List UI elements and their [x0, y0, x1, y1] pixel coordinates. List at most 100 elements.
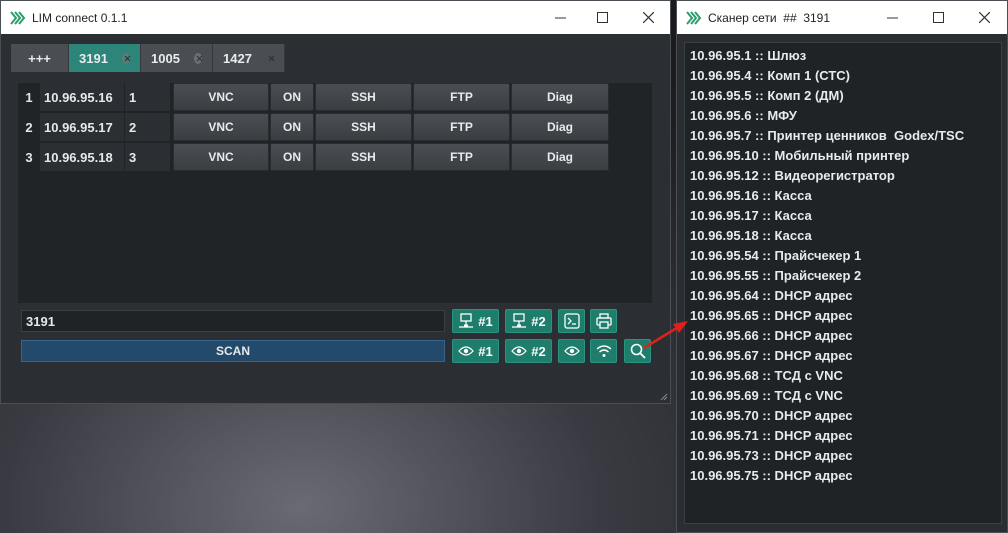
view-2-button[interactable]: #2: [505, 339, 552, 363]
row-ip: 10.96.95.18: [40, 143, 124, 171]
close-icon[interactable]: [967, 1, 1001, 34]
printer-icon: [595, 313, 612, 329]
row-ip: 10.96.95.16: [40, 83, 124, 111]
maximize-icon[interactable]: [585, 1, 619, 34]
list-item: 10.96.95.70 :: DHCP адрес: [690, 408, 853, 423]
tab-label: +++: [28, 50, 51, 66]
list-item: 10.96.95.7 :: Принтер ценников Godex/TSC: [690, 128, 965, 143]
list-item: 10.96.95.1 :: Шлюз: [690, 48, 807, 63]
ftp-button[interactable]: FTP: [413, 143, 510, 171]
row-count: 3: [125, 143, 170, 171]
vnc-button[interactable]: VNC: [173, 143, 269, 171]
terminal-button[interactable]: [558, 309, 585, 333]
list-item: 10.96.95.65 :: DHCP адрес: [690, 308, 853, 323]
network-icon: [459, 313, 474, 328]
list-item: 10.96.95.71 :: DHCP адрес: [690, 428, 853, 443]
vnc-button[interactable]: VNC: [173, 113, 269, 141]
list-item: 10.96.95.66 :: DHCP адрес: [690, 328, 853, 343]
main-window-title: LIM connect 0.1.1: [32, 10, 128, 25]
list-item: 10.96.95.12 :: Видеорегистратор: [690, 168, 895, 183]
list-item: 10.96.95.68 :: ТСД с VNC: [690, 368, 843, 383]
tab-close-icon[interactable]: [265, 52, 274, 64]
main-titlebar[interactable]: LIM connect 0.1.1: [1, 1, 670, 34]
button-label: #2: [531, 343, 546, 359]
list-item: 10.96.95.64 :: DHCP адрес: [690, 288, 853, 303]
button-label: #1: [478, 313, 493, 329]
network-icon: [512, 313, 527, 328]
button-label: #1: [478, 343, 493, 359]
list-item: 10.96.95.17 :: Касса: [690, 208, 812, 223]
list-item: 10.96.95.4 :: Комп 1 (СТС): [690, 68, 851, 83]
table-row: 3 10.96.95.18 3 VNC ON SSH FTP Diag: [18, 143, 610, 171]
store-code-input[interactable]: [21, 310, 445, 332]
row-count: 2: [125, 113, 170, 141]
close-icon[interactable]: [631, 1, 665, 34]
scanner-window-title: Сканер сети ## 3191: [708, 10, 831, 25]
table-row: 2 10.96.95.17 2 VNC ON SSH FTP Diag: [18, 113, 610, 141]
row-count: 1: [125, 83, 170, 111]
diag-button[interactable]: Diag: [511, 113, 609, 141]
row-number: 1: [25, 89, 33, 105]
table-row: 1 10.96.95.16 1 VNC ON SSH FTP Diag: [18, 83, 610, 111]
tab-label: 3191: [79, 50, 108, 66]
network-2-button[interactable]: #2: [505, 309, 552, 333]
tab-label: 1005: [151, 50, 180, 66]
tab-bar: +++ 3191 1005 1427: [11, 44, 285, 72]
vnc-button[interactable]: VNC: [173, 83, 269, 111]
tab-3191[interactable]: 3191: [69, 44, 141, 72]
list-item: 10.96.95.10 :: Мобильный принтер: [690, 148, 910, 163]
tab-1005[interactable]: 1005: [141, 44, 213, 72]
print-button[interactable]: [590, 309, 617, 333]
tab-close-icon[interactable]: [121, 52, 130, 64]
scan-button[interactable]: SCAN: [21, 340, 445, 362]
ssh-button[interactable]: SSH: [315, 83, 412, 111]
ftp-button[interactable]: FTP: [413, 83, 510, 111]
on-button[interactable]: ON: [270, 83, 314, 111]
list-item: 10.96.95.55 :: Прайсчекер 2: [690, 268, 862, 283]
view-button[interactable]: [558, 339, 585, 363]
annotation-arrow-icon: [643, 321, 688, 350]
app-logo-icon: [10, 10, 26, 25]
view-1-button[interactable]: #1: [452, 339, 499, 363]
list-item: 10.96.95.18 :: Касса: [690, 228, 812, 243]
tab-add[interactable]: +++: [11, 44, 69, 72]
network-1-button[interactable]: #1: [452, 309, 499, 333]
on-button[interactable]: ON: [270, 113, 314, 141]
row-number: 3: [25, 149, 33, 165]
eye-icon: [511, 346, 528, 356]
list-item: 10.96.95.5 :: Комп 2 (ДМ): [690, 88, 844, 103]
wifi-icon: [596, 345, 611, 357]
ftp-button[interactable]: FTP: [413, 113, 510, 141]
list-item: 10.96.95.16 :: Касса: [690, 188, 812, 203]
list-item: 10.96.95.75 :: DHCP адрес: [690, 468, 853, 483]
diag-button[interactable]: Diag: [511, 83, 609, 111]
minimize-icon[interactable]: [875, 1, 909, 34]
list-item: 10.96.95.69 :: ТСД с VNC: [690, 388, 843, 403]
minimize-icon[interactable]: [543, 1, 577, 34]
main-window: LIM connect 0.1.1 +++ 3191 1005 1427 1 1…: [0, 0, 671, 404]
list-item: 10.96.95.73 :: DHCP адрес: [690, 448, 853, 463]
button-label: #2: [531, 313, 546, 329]
list-item: 10.96.95.67 :: DHCP адрес: [690, 348, 853, 363]
scanner-window: Сканер сети ## 3191 10.96.95.1 :: Шлюз 1…: [676, 0, 1008, 533]
tab-close-icon[interactable]: [193, 52, 202, 64]
row-number: 2: [25, 119, 33, 135]
list-item: 10.96.95.6 :: МФУ: [690, 108, 797, 123]
terminal-icon: [563, 313, 580, 329]
list-item: 10.96.95.54 :: Прайсчекер 1: [690, 248, 862, 263]
scan-results-list[interactable]: 10.96.95.1 :: Шлюз 10.96.95.4 :: Комп 1 …: [684, 42, 1002, 524]
eye-icon: [458, 346, 475, 356]
app-logo-icon: [686, 10, 702, 25]
on-button[interactable]: ON: [270, 143, 314, 171]
maximize-icon[interactable]: [921, 1, 955, 34]
scanner-titlebar[interactable]: Сканер сети ## 3191: [677, 1, 1007, 34]
row-ip: 10.96.95.17: [40, 113, 124, 141]
wifi-button[interactable]: [590, 339, 617, 363]
ssh-button[interactable]: SSH: [315, 113, 412, 141]
diag-button[interactable]: Diag: [511, 143, 609, 171]
tab-1427[interactable]: 1427: [213, 44, 285, 72]
tab-label: 1427: [223, 50, 252, 66]
resize-grip-icon[interactable]: [660, 393, 668, 401]
eye-icon: [563, 346, 580, 356]
ssh-button[interactable]: SSH: [315, 143, 412, 171]
